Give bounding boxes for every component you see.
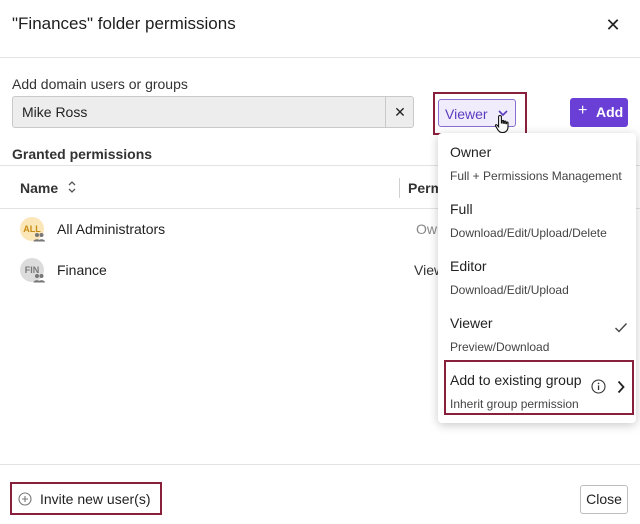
menu-item-full[interactable]: Full Download/Edit/Upload/Delete	[438, 190, 636, 247]
user-search-value: Mike Ross	[22, 104, 88, 120]
clear-input-icon[interactable]: ✕	[385, 97, 414, 127]
menu-item-title: Owner	[450, 144, 492, 160]
row-name: Finance	[57, 262, 107, 278]
plus-icon: +	[578, 102, 588, 119]
add-users-label: Add domain users or groups	[12, 76, 188, 92]
add-button[interactable]: + Add	[570, 98, 628, 127]
row-name: All Administrators	[57, 221, 166, 237]
menu-item-viewer[interactable]: Viewer Preview/Download	[438, 304, 636, 361]
invite-label: Invite new user(s)	[40, 491, 151, 507]
close-button[interactable]: Close	[580, 485, 628, 514]
menu-item-title: Viewer	[450, 315, 493, 331]
menu-item-desc: Download/Edit/Upload/Delete	[450, 226, 607, 240]
plus-circle-icon	[18, 492, 32, 506]
granted-permissions-heading: Granted permissions	[12, 146, 153, 162]
group-icon	[33, 233, 45, 242]
column-name-header[interactable]: Name	[20, 180, 58, 196]
close-icon[interactable]: ✕	[602, 14, 624, 36]
menu-item-title: Editor	[450, 258, 487, 274]
menu-item-desc: Preview/Download	[450, 340, 550, 354]
sort-icon[interactable]	[66, 179, 78, 195]
permissions-dialog: "Finances" folder permissions ✕ Add doma…	[0, 0, 640, 524]
dialog-title: "Finances" folder permissions	[12, 14, 236, 33]
menu-item-desc: Download/Edit/Upload	[450, 283, 569, 297]
group-icon	[33, 274, 45, 283]
menu-item-title: Full	[450, 201, 473, 217]
dialog-header: "Finances" folder permissions ✕	[0, 0, 640, 58]
add-to-group-highlight	[444, 360, 634, 415]
dialog-footer: Invite new user(s) Close	[0, 464, 640, 524]
add-button-label: Add	[596, 104, 624, 120]
hand-cursor-icon	[494, 114, 509, 134]
user-search-input[interactable]: Mike Ross ✕	[12, 96, 414, 128]
menu-item-desc: Full + Permissions Management	[450, 169, 622, 183]
menu-item-editor[interactable]: Editor Download/Edit/Upload	[438, 247, 636, 304]
menu-item-owner[interactable]: Owner Full + Permissions Management	[438, 133, 636, 190]
role-select-value: Viewer	[445, 106, 488, 122]
column-divider	[399, 178, 400, 198]
checkmark-icon	[615, 323, 628, 333]
